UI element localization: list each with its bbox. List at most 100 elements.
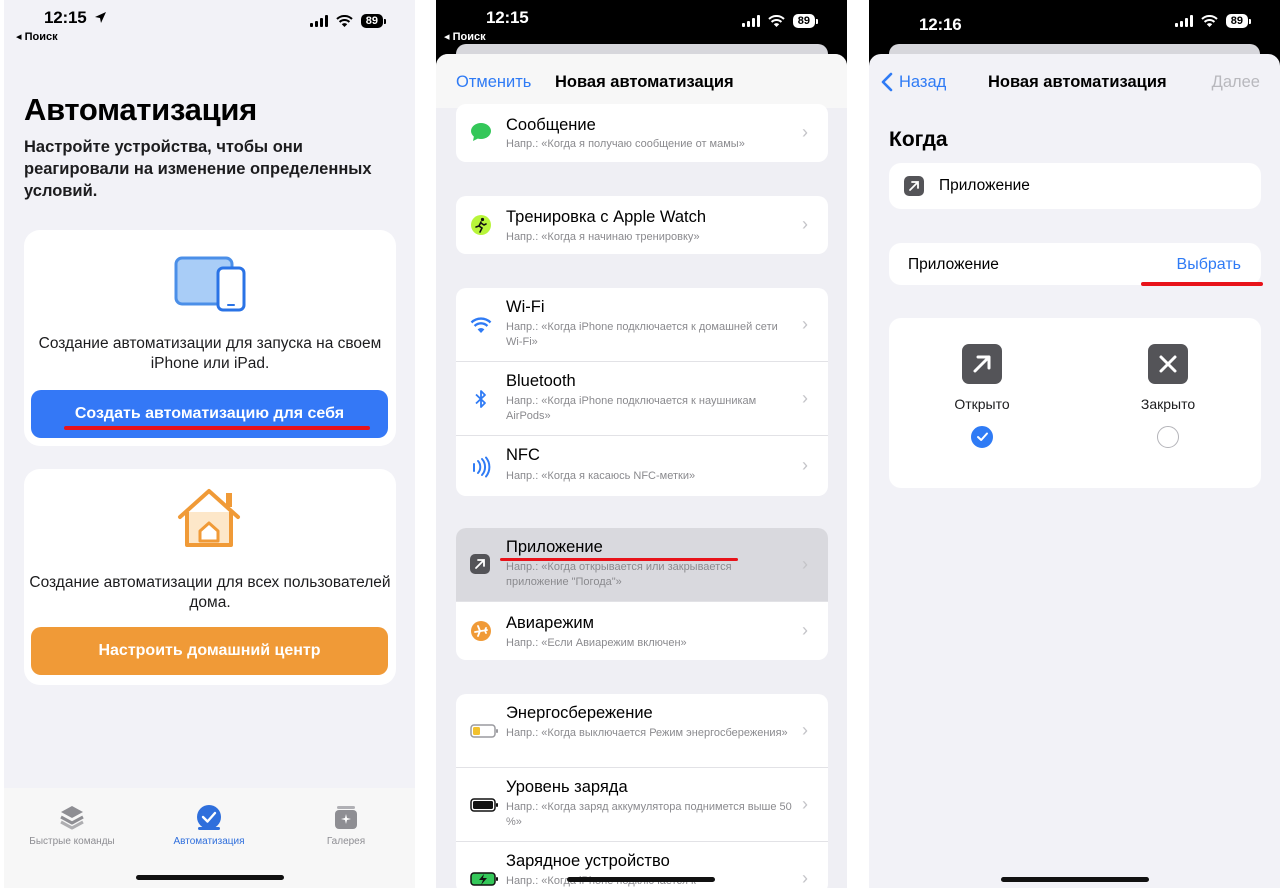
trigger-row-bluetooth[interactable]: Bluetooth Напр.: «Когда iPhone подключае…: [456, 362, 828, 436]
trigger-row-low-power[interactable]: Энергосбережение Напр.: «Когда выключает…: [456, 694, 828, 768]
app-icon: [470, 554, 490, 574]
create-personal-automation-button[interactable]: Создать автоматизацию для себя: [31, 390, 388, 438]
screen-app-trigger: 12:16 89 Назад Новая автоматизация Далее…: [869, 0, 1280, 888]
option-opened[interactable]: Открыто: [922, 344, 1042, 448]
charger-icon: [470, 872, 498, 886]
trigger-group-messages: Сообщение Напр.: «Когда я получаю сообще…: [456, 104, 828, 162]
status-bar: 12:15 ◂ Поиск 89: [4, 0, 415, 48]
tab-shortcuts-label: Быстрые команды: [29, 836, 115, 847]
battery-level-icon: [470, 798, 498, 812]
annotation-underline: [1141, 282, 1263, 286]
devices-icon: [174, 256, 246, 312]
next-button[interactable]: Далее: [1212, 73, 1260, 92]
chevron-right-icon: ›: [802, 388, 808, 408]
airplane-icon: [471, 621, 491, 641]
tab-automation[interactable]: Автоматизация: [139, 804, 279, 847]
cellular-signal-icon: [1174, 15, 1193, 27]
chevron-right-icon: ›: [802, 554, 808, 574]
choose-app-button[interactable]: Выбрать: [1177, 256, 1241, 274]
trigger-subtitle: Напр.: «Когда я начинаю тренировку»: [506, 231, 700, 243]
close-x-icon: [1148, 344, 1188, 384]
trigger-subtitle: Напр.: «Когда iPhone подключается к науш…: [506, 395, 757, 422]
trigger-subtitle: Напр.: «Когда открывается или закрываетс…: [506, 561, 732, 588]
trigger-row-app[interactable]: Приложение Напр.: «Когда открывается или…: [456, 528, 828, 602]
radio-opened[interactable]: [971, 426, 993, 448]
trigger-title: Авиарежим: [506, 614, 594, 632]
home-indicator: [567, 877, 715, 882]
home-indicator: [1000, 877, 1149, 882]
back-button[interactable]: Назад: [881, 72, 946, 92]
back-to-search[interactable]: ◂ Поиск: [16, 30, 58, 43]
automation-check-icon: [196, 804, 222, 830]
tab-gallery-label: Галерея: [326, 836, 366, 847]
back-to-search[interactable]: ◂ Поиск: [444, 30, 486, 43]
layers-icon: [59, 804, 85, 830]
when-header: Когда: [889, 128, 948, 151]
trigger-row-airplane[interactable]: Авиарежим Напр.: «Если Авиарежим включен…: [456, 602, 828, 660]
tab-shortcuts[interactable]: Быстрые команды: [4, 804, 142, 847]
chevron-right-icon: ›: [802, 868, 808, 888]
battery-indicator: 89: [792, 14, 819, 28]
option-opened-label: Открыто: [954, 396, 1010, 412]
chevron-left-icon: [881, 72, 893, 92]
trigger-title: Энергосбережение: [506, 704, 653, 722]
trigger-group-connectivity: Wi-Fi Напр.: «Когда iPhone подключается …: [456, 288, 828, 496]
annotation-underline: [500, 558, 738, 561]
chevron-right-icon: ›: [802, 720, 808, 740]
trigger-title: Тренировка с Apple Watch: [506, 208, 707, 226]
status-indicators: 89: [1174, 14, 1252, 28]
status-bar: 12:15 ◂ Поиск 89: [436, 0, 847, 48]
annotation-underline: [64, 426, 370, 430]
personal-card-text: Создание автоматизации для запуска на св…: [38, 335, 382, 372]
status-bar: 12:16 89: [869, 0, 1280, 48]
trigger-group-power: Энергосбережение Напр.: «Когда выключает…: [456, 694, 828, 888]
chevron-right-icon: ›: [802, 620, 808, 640]
trigger-group-workout: Тренировка с Apple Watch Напр.: «Когда я…: [456, 196, 828, 254]
trigger-row-battery-level[interactable]: Уровень заряда Напр.: «Когда заряд аккум…: [456, 768, 828, 842]
wifi-icon: [470, 317, 492, 333]
back-label: Назад: [899, 72, 947, 91]
open-arrow-icon: [962, 344, 1002, 384]
home-card-text: Создание автоматизации для всех пользова…: [29, 574, 391, 611]
wifi-status-icon: [768, 15, 785, 27]
status-indicators: 89: [741, 14, 819, 28]
app-select-row[interactable]: Приложение Выбрать: [889, 243, 1263, 286]
trigger-subtitle: Напр.: «Когда выключается Режим энергосб…: [506, 727, 788, 739]
trigger-row-workout[interactable]: Тренировка с Apple Watch Напр.: «Когда я…: [456, 196, 828, 254]
trigger-row-nfc[interactable]: NFC Напр.: «Когда я касаюсь NFC-метки» ›: [456, 436, 828, 496]
trigger-row-wifi[interactable]: Wi-Fi Напр.: «Когда iPhone подключается …: [456, 288, 828, 362]
bluetooth-icon: [475, 390, 486, 408]
screen-new-automation-list: 12:15 ◂ Поиск 89 Отменить Новая автомати…: [436, 0, 847, 888]
trigger-title: Wi-Fi: [506, 298, 545, 316]
chevron-right-icon: ›: [802, 314, 808, 334]
cellular-signal-icon: [741, 15, 760, 27]
battery-indicator: 89: [360, 14, 387, 28]
trigger-title: Сообщение: [506, 116, 596, 134]
tab-gallery[interactable]: Галерея: [276, 804, 415, 847]
message-icon: [471, 123, 491, 141]
nfc-icon: [473, 456, 491, 478]
status-indicators: 89: [309, 14, 387, 28]
gallery-icon: [333, 804, 359, 830]
radio-closed[interactable]: [1157, 426, 1179, 448]
trigger-row-message[interactable]: Сообщение Напр.: «Когда я получаю сообще…: [456, 104, 828, 162]
cancel-button[interactable]: Отменить: [456, 73, 531, 92]
chevron-right-icon: ›: [802, 214, 808, 234]
trigger-subtitle: Напр.: «Когда iPhone подключается к дома…: [506, 321, 778, 348]
chevron-right-icon: ›: [802, 794, 808, 814]
state-options-card: Открыто Закрыто: [889, 318, 1261, 488]
app-icon: [904, 176, 924, 196]
checkmark-icon: [976, 432, 988, 441]
home-indicator: [135, 875, 284, 880]
home-automation-card: Создание автоматизации для всех пользова…: [24, 469, 396, 685]
setup-home-hub-button[interactable]: Настроить домашний центр: [31, 627, 388, 675]
home-icon: [178, 489, 240, 547]
trigger-summary: Приложение: [889, 163, 1261, 209]
wifi-status-icon: [336, 15, 353, 27]
low-power-icon: [470, 724, 498, 738]
trigger-title: Приложение: [506, 538, 603, 556]
option-closed[interactable]: Закрыто: [1108, 344, 1228, 448]
trigger-title: Bluetooth: [506, 372, 576, 390]
trigger-summary-label: Приложение: [939, 177, 1030, 194]
status-time: 12:16: [919, 15, 962, 34]
